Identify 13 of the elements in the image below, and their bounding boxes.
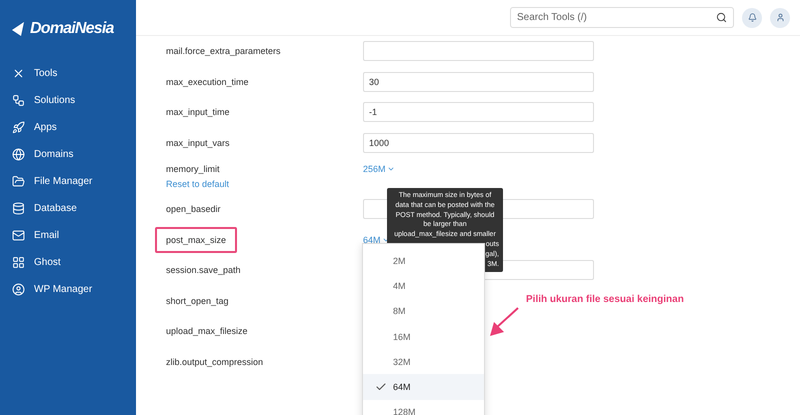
- logo: DomaiNesia: [30, 20, 114, 38]
- setting-label: mail.force_extra_parameters: [166, 46, 281, 56]
- setting-label: open_basedir: [166, 204, 221, 214]
- setting-label: max_input_time: [166, 107, 230, 118]
- setting-label: memory_limit: [166, 164, 220, 174]
- setting-label: session.save_path: [166, 265, 241, 276]
- setting-label: upload_max_filesize: [166, 326, 248, 336]
- setting-label: max_execution_time: [166, 76, 249, 87]
- setting-label: short_open_tag: [166, 296, 229, 306]
- annotation-text: Pilih ukuran file sesuai keinginan: [526, 294, 684, 305]
- setting-label: post_max_size: [155, 226, 238, 253]
- setting-label: max_input_vars: [166, 138, 230, 148]
- setting-label: zlib.output_compression: [166, 356, 264, 367]
